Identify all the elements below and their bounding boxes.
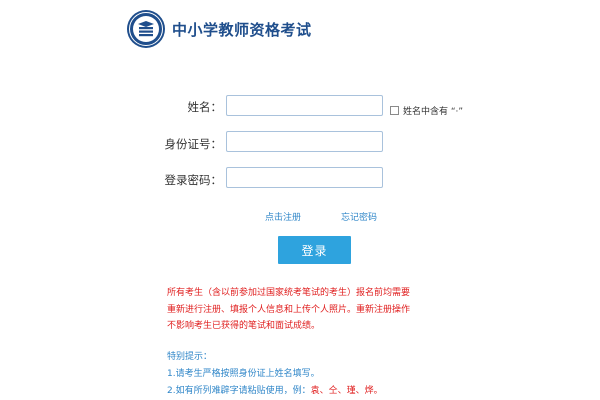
id-number-label: 身份证号：	[164, 137, 223, 151]
login-button[interactable]: 登录	[278, 236, 351, 264]
id-number-input[interactable]	[226, 131, 383, 152]
tip-item: 2.如有所列难辟字请粘贴使用，例：袁、仝、瑾、烨。	[167, 383, 383, 400]
name-input[interactable]	[226, 95, 383, 116]
special-tips: 特别提示： 1.请考生严格按照身份证上姓名填写。 2.如有所列难辟字请粘贴使用，…	[167, 349, 383, 400]
name-dot-option[interactable]: 姓名中含有 “·”	[390, 104, 463, 117]
login-page: 中小学教师资格考试 姓名： 姓名中含有 “·” 身份证号： 登录密码： 点击注册…	[0, 0, 600, 400]
registration-notice: 所有考生（含以前参加过国家统考笔试的考生）报名前均需要 重新进行注册、填报个人信…	[167, 285, 411, 335]
site-title: 中小学教师资格考试	[172, 21, 312, 39]
name-dot-checkbox-label: 姓名中含有 “·”	[403, 107, 464, 117]
password-label: 登录密码：	[164, 173, 223, 187]
name-dot-checkbox[interactable]	[390, 106, 399, 115]
rare-character-examples: 袁、仝、瑾、烨。	[310, 386, 383, 396]
notice-line: 重新进行注册、填报个人信息和上传个人照片。重新注册操作	[167, 304, 411, 315]
teacher-exam-emblem-icon	[127, 10, 165, 48]
tip-item-text: 2.如有所列难辟字请粘贴使用，例：	[167, 386, 311, 396]
name-label: 姓名：	[187, 100, 223, 114]
tips-heading: 特别提示：	[167, 352, 213, 362]
forgot-password-link[interactable]: 忘记密码	[341, 210, 377, 223]
tip-item: 1.请考生严格按照身份证上姓名填写。	[167, 369, 320, 379]
notice-line: 不影响考生已获得的笔试和面试成绩。	[167, 321, 321, 331]
notice-line: 所有考生（含以前参加过国家统考笔试的考生）报名前均需要	[167, 288, 411, 298]
register-link[interactable]: 点击注册	[265, 210, 301, 223]
password-input[interactable]	[226, 167, 383, 188]
